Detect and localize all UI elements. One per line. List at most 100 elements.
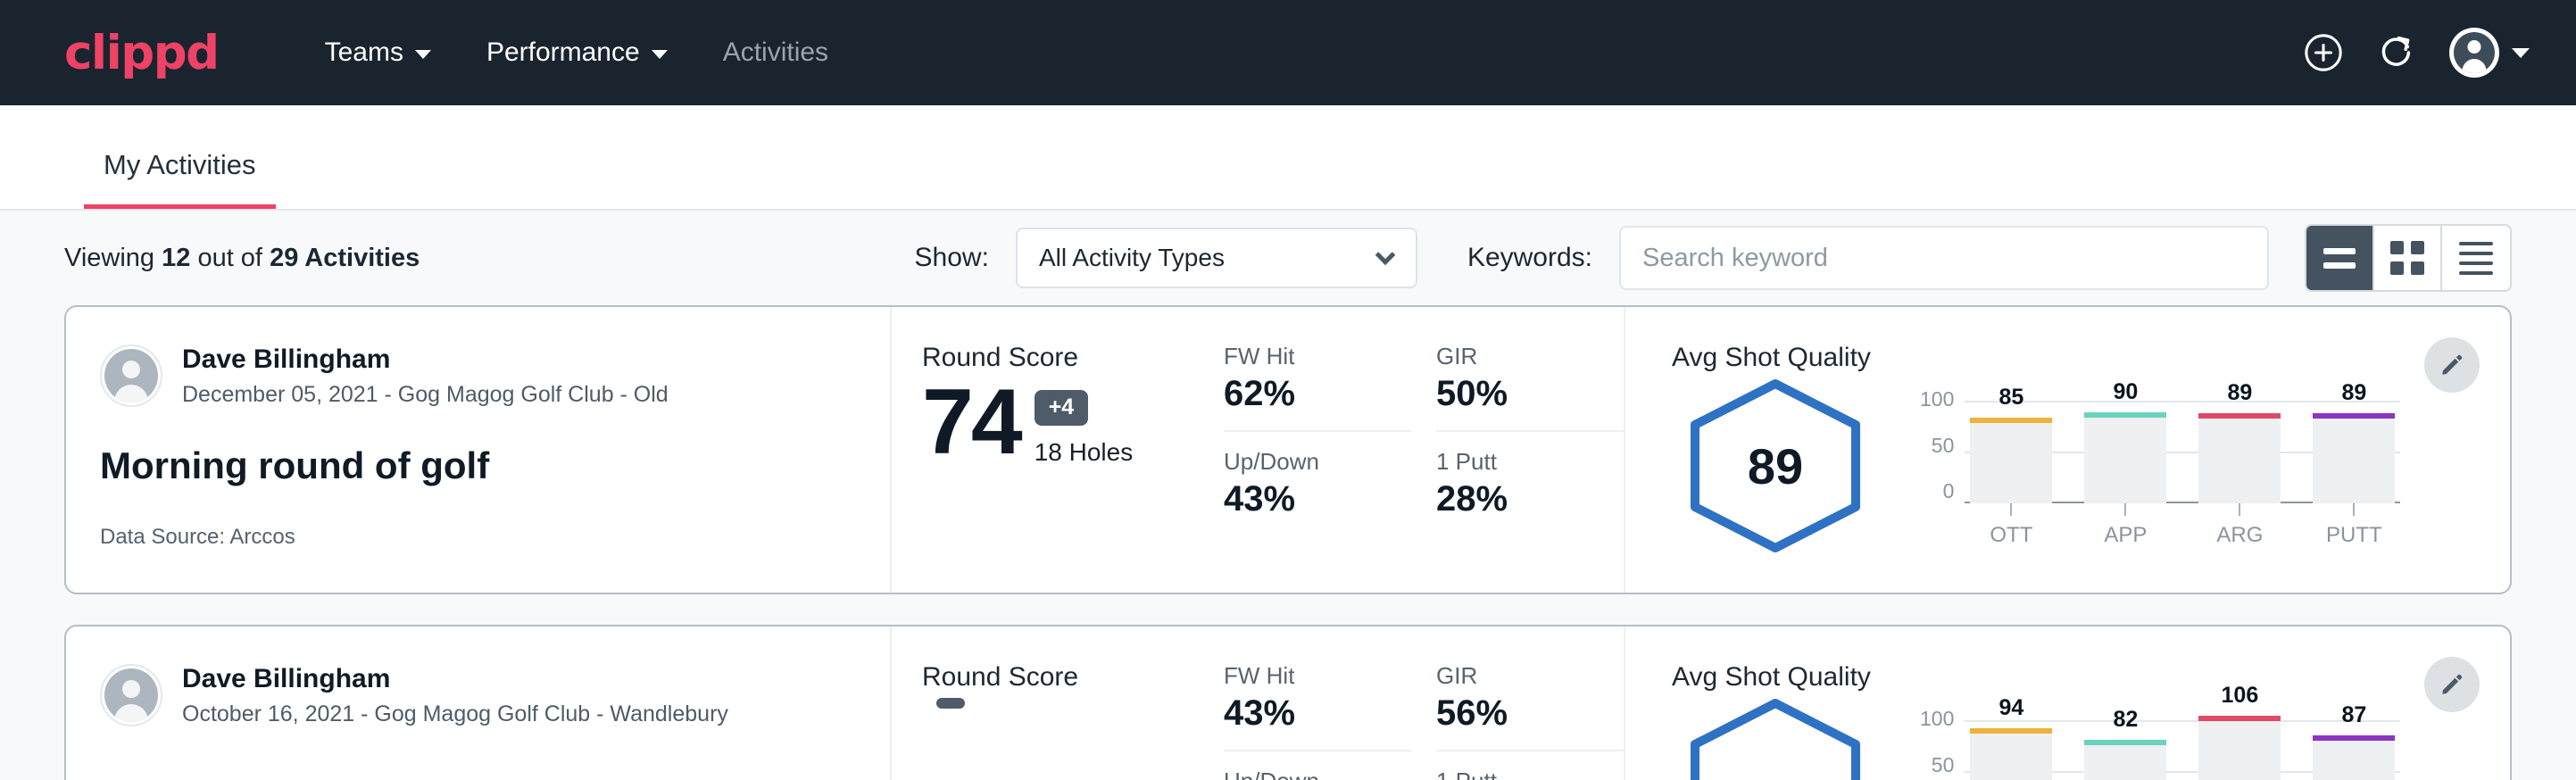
stat-fw-hit-value: 62%	[1224, 374, 1392, 414]
round-score-value: 74	[922, 378, 1020, 467]
chart-plot-area: 85908989 OTT APP	[1965, 387, 2400, 548]
holes-played: 18 Holes	[1035, 438, 1134, 467]
bar-value-app: 82	[2084, 707, 2166, 733]
activity-info-column: Dave Billingham October 16, 2021 - Gog M…	[66, 626, 892, 780]
edit-activity-button[interactable]	[2424, 657, 2480, 712]
avatar-body	[2463, 59, 2487, 73]
view-mode-list-button[interactable]	[2442, 226, 2510, 290]
search-input[interactable]	[1619, 226, 2269, 290]
avatar-head	[2468, 40, 2481, 54]
tab-my-activities[interactable]: My Activities	[84, 149, 276, 209]
app-logo[interactable]: clippd	[64, 29, 219, 77]
bar-app	[2084, 412, 2166, 503]
avg-shot-quality-column: Avg Shot Quality 89 100 50 0	[1625, 307, 2510, 593]
plus-circle-icon	[2303, 32, 2344, 73]
activity-card[interactable]: Dave Billingham October 16, 2021 - Gog M…	[64, 625, 2512, 780]
x-tick-app: APP	[2084, 503, 2166, 548]
activity-author: Dave Billingham December 05, 2021 - Gog …	[100, 343, 890, 409]
bar-item-app: 82	[2084, 707, 2166, 780]
stat-up-down-label: Up/Down	[1224, 448, 1392, 476]
viewing-count: 12	[162, 244, 190, 272]
viewing-total: 29 Activities	[270, 244, 420, 272]
bar-value-putt: 89	[2313, 380, 2395, 406]
stat-gir-value: 56%	[1436, 693, 1604, 734]
activity-title: Morning round of golf	[100, 444, 890, 487]
bar-item-putt: 87	[2313, 707, 2395, 780]
chart-x-axis: OTT APP ARG	[1965, 503, 2400, 548]
viewing-prefix: Viewing	[64, 244, 154, 272]
avatar-head	[122, 361, 140, 378]
nav-item-performance[interactable]: Performance	[459, 37, 695, 68]
avatar-body	[114, 704, 148, 722]
stat-up-down-value: 43%	[1224, 479, 1392, 519]
round-score-value-group: 74 +4 18 Holes	[922, 378, 1224, 467]
stat-fw-hit: FW Hit 43%	[1224, 662, 1411, 751]
chevron-down-icon	[415, 50, 431, 59]
y-tick-50: 50	[1932, 434, 1955, 458]
pencil-icon	[2438, 351, 2466, 379]
bar-item-arg: 89	[2198, 387, 2281, 503]
activity-card[interactable]: Dave Billingham December 05, 2021 - Gog …	[64, 305, 2512, 594]
player-name: Dave Billingham	[182, 343, 669, 377]
bar-cap-putt	[2313, 735, 2395, 741]
avg-shot-quality-value: 89	[1748, 437, 1803, 495]
x-tick-ott: OTT	[1970, 503, 2052, 548]
avg-shot-quality-label: Avg Shot Quality	[1672, 343, 2510, 373]
stat-up-down: Up/Down 43%	[1224, 448, 1411, 519]
score-to-par-badge: +4	[1035, 390, 1089, 426]
bar-item-arg: 106	[2198, 707, 2281, 780]
bar-value-putt: 87	[2313, 702, 2395, 728]
bar-item-ott: 94	[1970, 707, 2052, 780]
user-menu-chevron-down-icon[interactable]	[2512, 48, 2530, 58]
stat-one-putt-label: 1 Putt	[1436, 768, 1604, 780]
round-stats-column: FW Hit 43% GIR 56% Up/Down 1 Putt	[1224, 626, 1625, 780]
bar-value-arg: 89	[2198, 380, 2281, 406]
chart-y-axis: 100 50 0	[1920, 707, 1965, 780]
bar-cap-ott	[1970, 728, 2052, 734]
y-tick-0: 0	[1943, 479, 1955, 503]
view-mode-toggle-group	[2305, 224, 2512, 292]
shot-quality-bar-chart: 100 50 0 85908989 OTT	[1920, 377, 2400, 548]
stat-one-putt-label: 1 Putt	[1436, 448, 1604, 476]
filter-controls: Show: All Activity Types Keywords:	[915, 224, 2512, 292]
nav-item-activities[interactable]: Activities	[695, 37, 856, 68]
avg-shot-quality-hexagon	[1681, 696, 1870, 780]
avatar-head	[122, 680, 140, 698]
view-mode-rows-button[interactable]	[2306, 226, 2374, 290]
chevron-down-icon	[1375, 245, 1396, 265]
filter-toolbar: Viewing 12 out of 29 Activities Show: Al…	[0, 211, 2576, 305]
y-tick-50: 50	[1932, 753, 1955, 777]
stat-fw-hit-label: FW Hit	[1224, 662, 1392, 690]
stat-gir-value: 50%	[1436, 374, 1604, 414]
viewing-middle: out of	[197, 244, 262, 272]
avatar-body	[114, 385, 148, 402]
stat-fw-hit-value: 43%	[1224, 693, 1392, 734]
keywords-label: Keywords:	[1467, 243, 1592, 273]
y-tick-100: 100	[1920, 707, 1954, 731]
x-tick-arg: ARG	[2198, 503, 2281, 548]
chart-bars: 94 82 106 87	[1965, 707, 2400, 780]
x-tick-putt-label: PUTT	[2326, 523, 2382, 548]
activity-type-select[interactable]: All Activity Types	[1016, 228, 1417, 288]
refresh-button[interactable]	[2376, 32, 2417, 73]
add-activity-button[interactable]	[2303, 32, 2344, 73]
bar-arg	[2198, 716, 2281, 780]
nav-item-teams[interactable]: Teams	[297, 37, 459, 68]
activity-list: Dave Billingham December 05, 2021 - Gog …	[0, 305, 2576, 780]
chart-bars: 85908989	[1965, 387, 2400, 503]
stat-gir-label: GIR	[1436, 343, 1604, 370]
bar-value-ott: 94	[1970, 695, 2052, 721]
edit-activity-button[interactable]	[2424, 337, 2480, 393]
chevron-down-icon	[652, 50, 668, 59]
nav-item-activities-label: Activities	[723, 37, 828, 68]
shot-quality-bar-chart: 100 50 0 948210687 OTT	[1920, 696, 2400, 780]
bar-value-arg: 106	[2198, 683, 2281, 709]
pencil-icon	[2438, 670, 2466, 699]
user-avatar-button[interactable]	[2449, 28, 2499, 78]
stat-one-putt: 1 Putt	[1436, 768, 1624, 780]
view-mode-grid-button[interactable]	[2374, 226, 2442, 290]
stat-gir: GIR 56%	[1436, 662, 1624, 751]
activity-meta: October 16, 2021 - Gog Magog Golf Club -…	[182, 700, 728, 729]
x-tick-putt: PUTT	[2313, 503, 2395, 548]
chart-y-axis: 100 50 0	[1920, 387, 1965, 503]
